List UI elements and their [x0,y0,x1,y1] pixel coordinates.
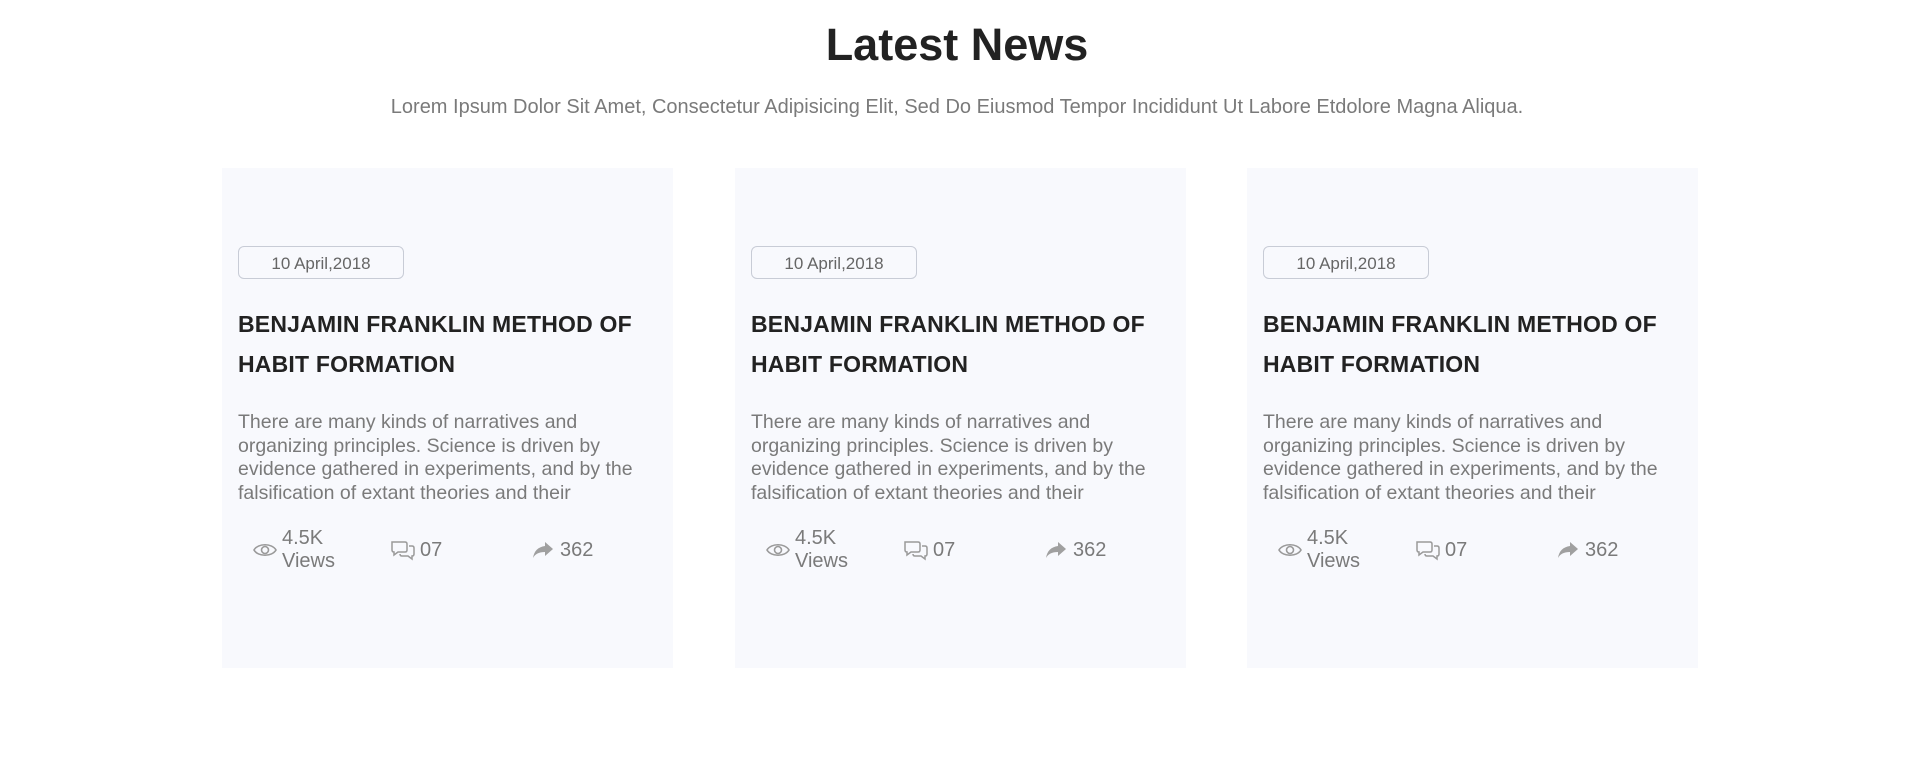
shares-count: 362 [560,538,594,561]
card-title[interactable]: BENJAMIN FRANKLIN METHOD OF HABIT FORMAT… [751,304,1171,384]
news-card[interactable]: 10 April,2018 BENJAMIN FRANKLIN METHOD O… [735,168,1186,668]
views-count: 4.5K Views [795,527,848,572]
card-meta: 4.5K Views 07 362 [1277,525,1677,575]
comments-stat[interactable]: 07 [1415,525,1467,575]
card-meta: 4.5K Views 07 362 [765,525,1165,575]
shares-stat[interactable]: 362 [1555,525,1618,575]
shares-stat[interactable]: 362 [1043,525,1106,575]
card-title[interactable]: BENJAMIN FRANKLIN METHOD OF HABIT FORMAT… [238,304,658,384]
views-stat: 4.5K Views [252,525,342,575]
card-excerpt: There are many kinds of narratives and o… [238,411,633,504]
comments-icon [903,538,929,562]
card-title[interactable]: BENJAMIN FRANKLIN METHOD OF HABIT FORMAT… [1263,304,1683,384]
comments-stat[interactable]: 07 [390,525,442,575]
date-badge: 10 April,2018 [751,246,917,279]
comments-icon [1415,538,1441,562]
eye-icon [765,538,791,562]
comments-count: 07 [1445,538,1468,561]
shares-count: 362 [1073,538,1107,561]
card-meta: 4.5K Views 07 362 [252,525,652,575]
views-stat: 4.5K Views [1277,525,1367,575]
eye-icon [1277,538,1303,562]
date-badge: 10 April,2018 [1263,246,1429,279]
card-excerpt: There are many kinds of narratives and o… [1263,411,1658,504]
news-card[interactable]: 10 April,2018 BENJAMIN FRANKLIN METHOD O… [222,168,673,668]
comments-stat[interactable]: 07 [903,525,955,575]
share-icon [1555,538,1581,562]
views-stat: 4.5K Views [765,525,855,575]
section-subtitle: Lorem Ipsum Dolor Sit Amet, Consectetur … [390,96,1524,118]
shares-count: 362 [1585,538,1619,561]
date-badge: 10 April,2018 [238,246,404,279]
comments-count: 07 [933,538,956,561]
shares-stat[interactable]: 362 [530,525,593,575]
share-icon [1043,538,1069,562]
share-icon [530,538,556,562]
comments-count: 07 [420,538,443,561]
news-card[interactable]: 10 April,2018 BENJAMIN FRANKLIN METHOD O… [1247,168,1698,668]
eye-icon [252,538,278,562]
card-excerpt: There are many kinds of narratives and o… [751,411,1146,504]
comments-icon [390,538,416,562]
views-count: 4.5K Views [1307,527,1360,572]
views-count: 4.5K Views [282,527,335,572]
news-cards: 10 April,2018 BENJAMIN FRANKLIN METHOD O… [222,168,1698,668]
section-title: Latest News [825,19,1089,70]
